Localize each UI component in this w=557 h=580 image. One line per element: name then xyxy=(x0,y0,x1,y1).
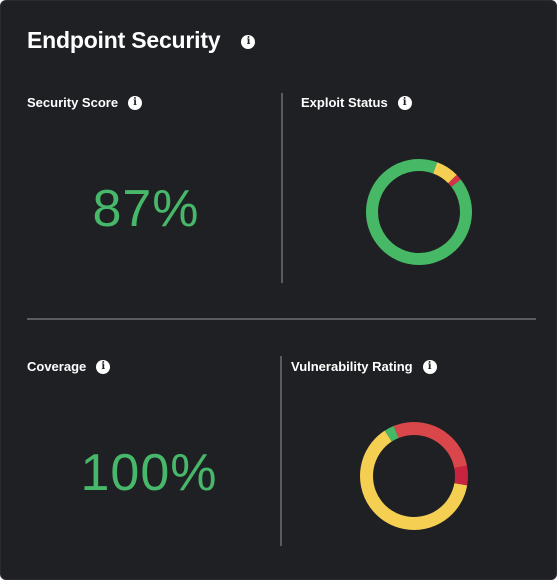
security-score-label: Security Score i xyxy=(27,95,143,110)
vertical-divider-bottom xyxy=(280,356,282,546)
vulnerability-rating-donut xyxy=(359,421,469,531)
info-icon[interactable]: i xyxy=(422,359,437,374)
coverage-value: 100% xyxy=(80,444,218,502)
security-score-value: 87% xyxy=(92,180,200,238)
exploit-status-segment-yellow[interactable] xyxy=(365,158,473,266)
exploit-status-donut xyxy=(365,158,473,266)
vertical-divider-top xyxy=(281,93,283,283)
vulnerability-rating-segment-green[interactable] xyxy=(359,421,469,531)
security-score-label-text: Security Score xyxy=(27,95,119,110)
coverage-label-text: Coverage xyxy=(27,359,87,374)
endpoint-security-card: Endpoint Security i Security Score i 87%… xyxy=(0,0,557,580)
vulnerability-rating-segment-crimson[interactable] xyxy=(359,421,469,531)
card-title: Endpoint Security i xyxy=(27,27,256,54)
info-icon[interactable]: i xyxy=(128,95,143,110)
vulnerability-rating-label-text: Vulnerability Rating xyxy=(291,359,413,374)
coverage-label: Coverage i xyxy=(27,359,111,374)
info-icon[interactable]: i xyxy=(241,34,256,49)
exploit-status-label-text: Exploit Status xyxy=(301,95,388,110)
info-icon[interactable]: i xyxy=(397,95,412,110)
vulnerability-rating-segment-orange-red[interactable] xyxy=(359,421,469,531)
card-title-text: Endpoint Security xyxy=(27,27,221,53)
vulnerability-rating-label: Vulnerability Rating i xyxy=(291,359,437,374)
exploit-status-segment-red[interactable] xyxy=(365,158,473,266)
exploit-status-segment-green[interactable] xyxy=(365,158,473,266)
vulnerability-rating-segment-yellow[interactable] xyxy=(359,421,469,531)
exploit-status-label: Exploit Status i xyxy=(301,95,412,110)
horizontal-divider xyxy=(27,318,536,320)
info-icon[interactable]: i xyxy=(96,359,111,374)
